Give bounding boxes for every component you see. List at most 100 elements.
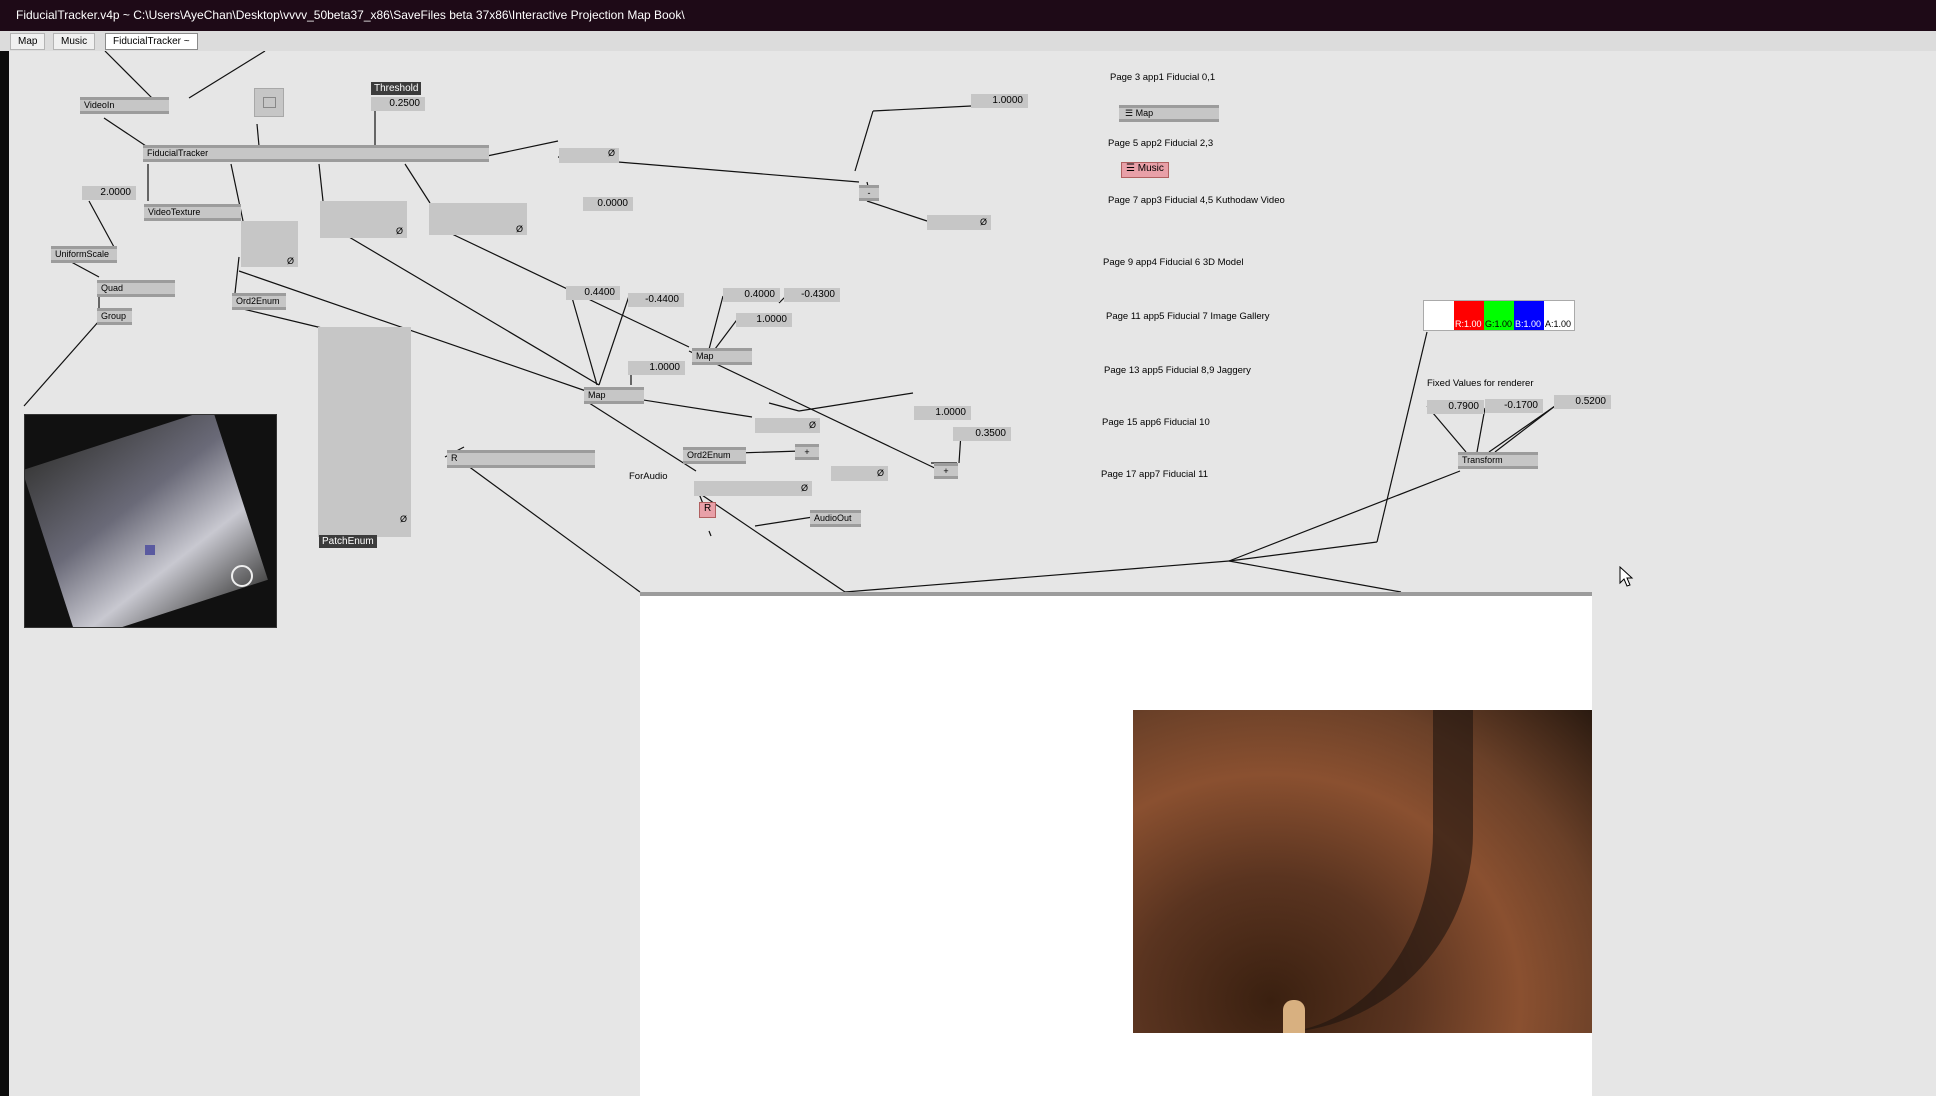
node-uniformscale[interactable]: UniformScale	[51, 246, 117, 263]
fixed-y[interactable]: -0.1700	[1485, 399, 1543, 413]
marker-swatch	[145, 545, 155, 555]
toggle-map-label: Map	[1135, 108, 1154, 118]
camera-frame	[25, 415, 268, 627]
node-videotexture[interactable]: VideoTexture	[144, 204, 241, 221]
window-title: FiducialTracker.v4p ~ C:\Users\AyeChan\D…	[0, 0, 1936, 31]
value-one-a[interactable]: 1.0000	[736, 313, 792, 327]
value-minus-0-43[interactable]: -0.4300	[784, 288, 840, 302]
ioboxnil-8[interactable]: Ø	[927, 215, 991, 230]
value-minus-0-44[interactable]: -0.4400	[628, 293, 684, 307]
wire	[103, 117, 147, 147]
value-0-35[interactable]: 0.3500	[953, 427, 1011, 441]
square-icon	[263, 97, 276, 108]
toggle-music-label: Music	[1137, 163, 1164, 174]
figure-shape	[1283, 1000, 1305, 1033]
wire	[1228, 560, 1402, 593]
value-top-right[interactable]: 1.0000	[971, 94, 1028, 108]
ioboxnil-6[interactable]: Ø	[831, 466, 888, 481]
wire	[872, 105, 972, 112]
node-group[interactable]: Group	[97, 308, 132, 325]
node-transform[interactable]: Transform	[1458, 452, 1538, 469]
wire	[104, 51, 154, 100]
toggle-music[interactable]: ☰ Music	[1121, 162, 1169, 178]
ioboxnil-1[interactable]: Ø	[559, 148, 619, 163]
tab-map[interactable]: Map	[10, 33, 46, 50]
fixed-x[interactable]: 0.7900	[1427, 400, 1484, 414]
video-preview	[24, 414, 277, 628]
comment-page5: Page 5 app2 Fiducial 2,3	[1108, 138, 1214, 149]
wire	[708, 530, 712, 537]
color-io-box[interactable]: R:1.00 G:1.00 B:1.00 A:1.00	[1423, 300, 1575, 331]
string-r[interactable]: R	[447, 450, 595, 468]
threshold-label: Threshold	[371, 82, 422, 95]
value-one-c[interactable]: 1.0000	[914, 406, 971, 420]
wire	[234, 306, 323, 329]
wire	[463, 462, 641, 593]
archway-shape	[1173, 710, 1473, 1033]
toggle-r[interactable]: R	[699, 502, 716, 518]
tab-music[interactable]: Music	[53, 33, 96, 50]
node-plus-2[interactable]: +	[934, 463, 958, 479]
color-g: G:1.00	[1485, 319, 1513, 329]
wire	[844, 560, 1230, 593]
toggle-box[interactable]	[254, 88, 284, 117]
color-r: R:1.00	[1455, 319, 1482, 329]
node-map-2[interactable]: Map	[692, 348, 752, 365]
color-a: A:1.00	[1545, 319, 1572, 329]
fixed-z[interactable]: 0.5200	[1554, 395, 1611, 409]
wire	[866, 200, 928, 222]
patchenum-list[interactable]: Ø	[318, 327, 411, 537]
node-ord2enum-1[interactable]: Ord2Enum	[232, 293, 286, 310]
patchenum-label: PatchEnum	[319, 535, 377, 548]
ioboxnil-5[interactable]: Ø	[755, 418, 820, 433]
node-fiducialtracker[interactable]: FiducialTracker	[143, 145, 489, 162]
wire	[256, 123, 260, 147]
wire	[88, 200, 115, 248]
threshold-input[interactable]: 0.2500	[371, 97, 425, 111]
node-videoin[interactable]: VideoIn	[80, 97, 169, 114]
value-zero[interactable]: 0.0000	[583, 197, 633, 211]
comment-page15: Page 15 app6 Fiducial 10	[1102, 417, 1210, 428]
mouse-cursor-icon	[1619, 566, 1634, 587]
patch-canvas[interactable]: VideoIn Threshold 0.2500 FiducialTracker…	[9, 51, 1936, 1096]
wire	[404, 163, 431, 204]
node-ord2enum-2[interactable]: Ord2Enum	[683, 447, 746, 464]
wire	[854, 110, 874, 172]
wire	[736, 450, 802, 454]
comment-page13: Page 13 app5 Fiducial 8,9 Jaggery	[1104, 365, 1251, 376]
menu-icon: ☰	[1126, 163, 1138, 174]
node-map-1[interactable]: Map	[584, 387, 644, 404]
comment-page11: Page 11 app5 Fiducial 7 Image Gallery	[1106, 311, 1270, 322]
tab-fiducialtracker[interactable]: FiducialTracker ~	[105, 33, 198, 50]
wire	[1228, 470, 1461, 562]
comment-page9: Page 9 app4 Fiducial 6 3D Model	[1103, 257, 1244, 268]
color-b: B:1.00	[1515, 319, 1542, 329]
tab-bar: Map Music FiducialTracker ~	[0, 31, 1936, 51]
scale-input[interactable]: 2.0000	[82, 186, 136, 200]
wire	[798, 392, 914, 412]
value-one-b[interactable]: 1.0000	[628, 361, 685, 375]
left-strip	[0, 51, 9, 1096]
node-quad[interactable]: Quad	[97, 280, 175, 297]
value-0-44[interactable]: 0.4400	[566, 286, 620, 300]
wire	[1376, 331, 1428, 543]
ioboxnil-3[interactable]: Ø	[320, 201, 407, 238]
wire	[768, 402, 800, 412]
renderer-window[interactable]	[640, 592, 1592, 1096]
wire	[318, 163, 324, 202]
node-audioout[interactable]: AudioOut	[810, 510, 861, 527]
comment-page7: Page 7 app3 Fiducial 4,5 Kuthodaw Video	[1108, 195, 1285, 206]
wire	[754, 516, 814, 527]
node-minus[interactable]: -	[859, 185, 879, 201]
wire	[234, 256, 240, 294]
wire	[23, 320, 100, 407]
value-0-4[interactable]: 0.4000	[723, 288, 780, 302]
fiducial-marker	[231, 565, 253, 587]
ioboxnil-2[interactable]: Ø	[241, 221, 298, 267]
wire	[695, 490, 846, 593]
ioboxnil-7[interactable]: Ø	[694, 481, 812, 496]
toggle-map[interactable]: ☰ Map	[1119, 105, 1219, 122]
wire	[430, 223, 690, 348]
node-plus-1[interactable]: +	[795, 444, 819, 460]
ioboxnil-4[interactable]: Ø	[429, 203, 527, 235]
